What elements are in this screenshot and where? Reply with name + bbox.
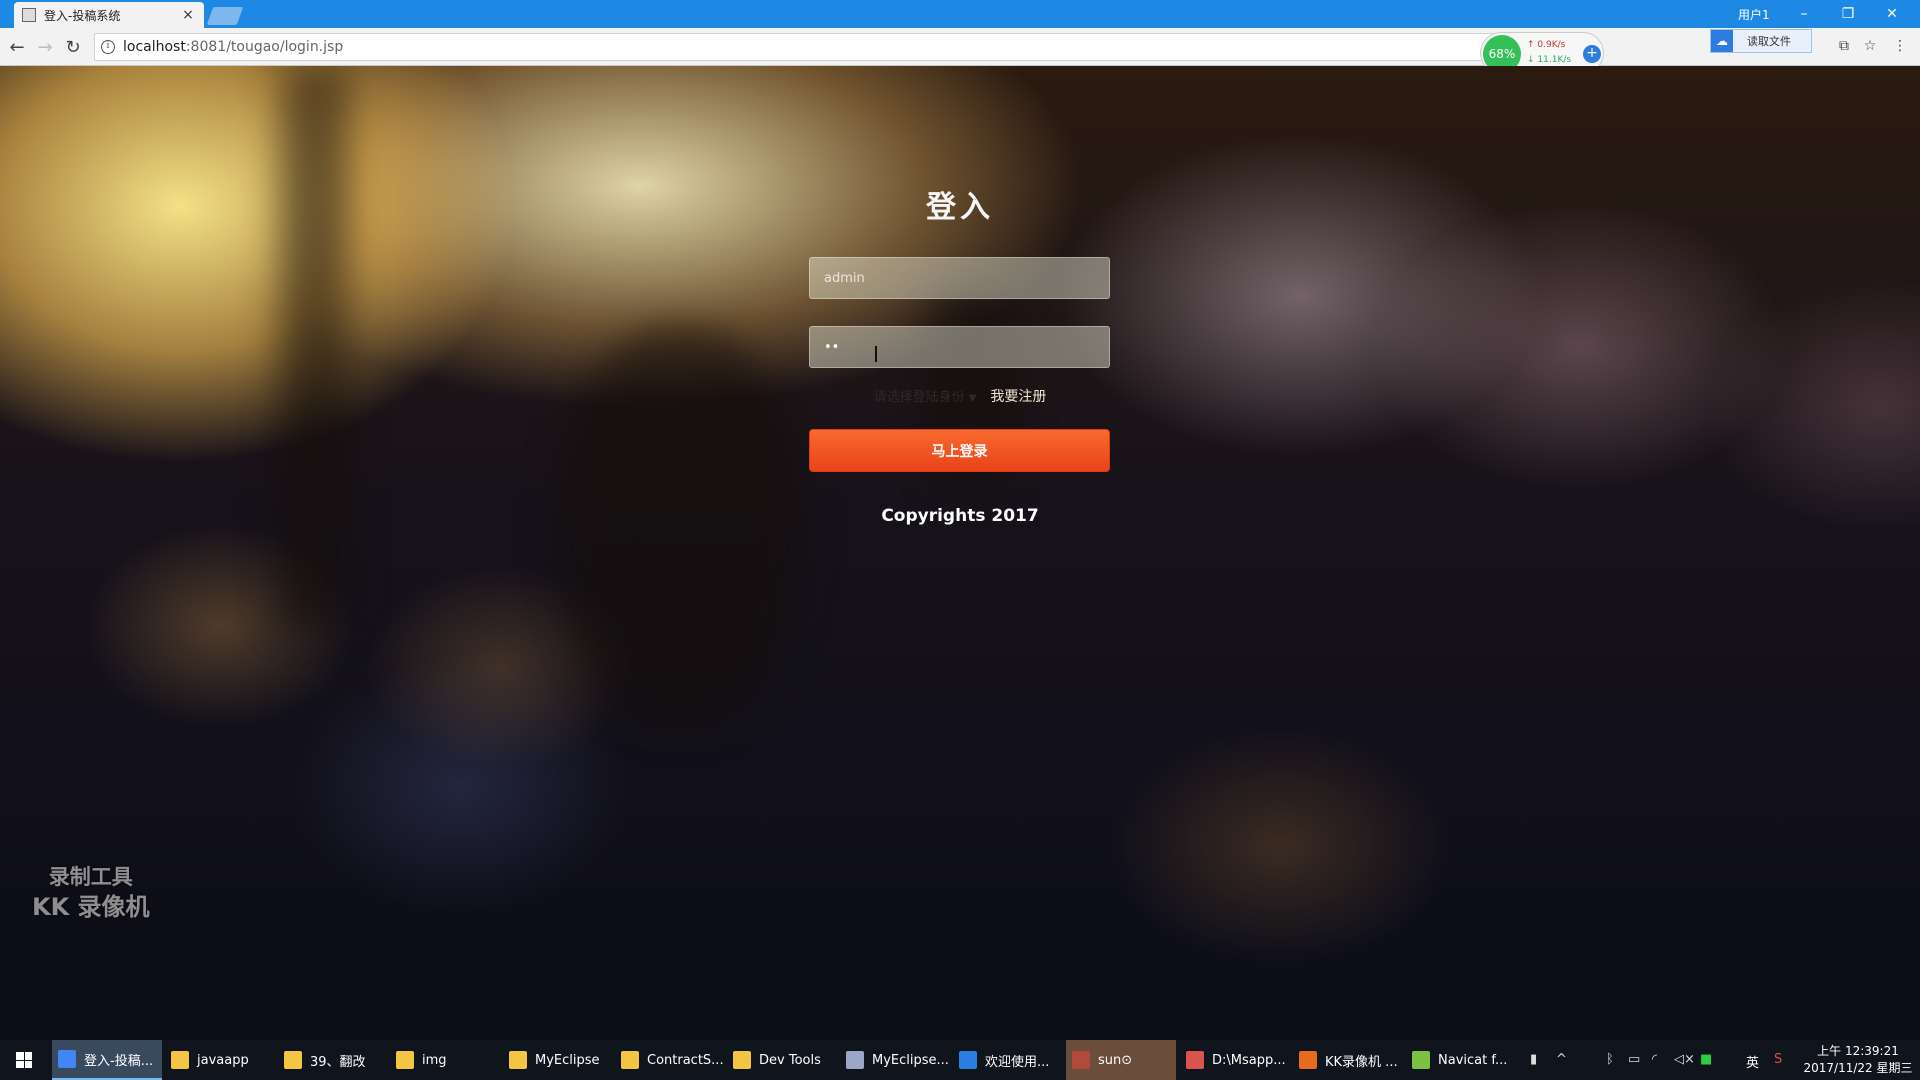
start-button[interactable] (0, 1040, 48, 1080)
taskbar-item[interactable]: D:\Msapp... (1180, 1040, 1290, 1080)
back-arrow-icon[interactable]: ← (6, 36, 28, 58)
taskbar-item[interactable]: KK录像机 ... (1293, 1040, 1403, 1080)
taskbar-item-label: sun⊙ (1098, 1052, 1133, 1068)
login-page-background: 登入 admin •• 请选择登陆身份 ▼ 我要注册 马上登录 Copyright… (0, 66, 1920, 1040)
username-placeholder: admin (824, 270, 865, 286)
login-submit-button[interactable]: 马上登录 (809, 429, 1110, 472)
windows-logo-icon (16, 1052, 32, 1068)
security-tray-icon[interactable]: ■ (1700, 1052, 1712, 1067)
tray-expand-icon[interactable]: ^ (1556, 1052, 1567, 1067)
taskbar-app-icon (621, 1051, 639, 1069)
username-input[interactable]: admin (809, 257, 1110, 299)
menu-dots-icon[interactable]: ⋮ (1890, 36, 1910, 56)
taskbar-item[interactable]: 39、翻改 (278, 1040, 388, 1080)
taskbar-item[interactable]: Dev Tools (727, 1040, 837, 1080)
system-clock[interactable]: 上午 12:39:21 2017/11/22 星期三 (1800, 1043, 1916, 1077)
taskbar-item-label: Dev Tools (759, 1052, 821, 1068)
clock-time: 上午 12:39:21 (1817, 1044, 1899, 1058)
url-path: :8081/tougao/login.jsp (185, 39, 344, 55)
site-info-icon[interactable]: i (101, 40, 115, 54)
page-favicon-icon (22, 8, 36, 22)
taskbar-item-label: javaapp (197, 1052, 249, 1068)
url-host: localhost (123, 39, 186, 55)
recorder-watermark: 录制工具 KK 录像机 (32, 862, 150, 922)
tab-title: 登入-投稿系统 (44, 8, 121, 23)
copyright-text: Copyrights 2017 (881, 506, 1039, 526)
taskbar-item[interactable]: javaapp (165, 1040, 275, 1080)
taskbar-app-icon (284, 1051, 302, 1069)
taskbar-app-icon (58, 1050, 76, 1068)
watermark-line2: KK 录像机 (32, 893, 150, 921)
taskbar-item-label: img (422, 1052, 447, 1068)
browser-tab-active[interactable]: 登入-投稿系统 × (14, 2, 204, 28)
login-title: 登入 (926, 190, 994, 225)
translate-icon[interactable]: ⧉ (1834, 36, 1854, 56)
taskbar-item[interactable]: ContractS... (615, 1040, 725, 1080)
taskbar-item[interactable]: MyEclipse (503, 1040, 613, 1080)
taskbar-item-label: 39、翻改 (310, 1054, 366, 1070)
taskbar-item[interactable]: Navicat f... (1406, 1040, 1516, 1080)
register-link[interactable]: 我要注册 (990, 386, 1046, 406)
taskbar-app-icon (396, 1051, 414, 1069)
bg-pillar-shape (280, 66, 350, 626)
dropdown-arrow-icon: ▼ (968, 393, 977, 404)
bluetooth-icon[interactable]: ᛒ (1606, 1052, 1614, 1067)
forward-arrow-icon[interactable]: → (34, 36, 56, 58)
read-file-label: 读取文件 (1747, 35, 1791, 48)
taskbar-app-icon (1412, 1051, 1430, 1069)
taskbar-item[interactable]: 登入-投稿... (52, 1040, 162, 1080)
bookmark-star-icon[interactable]: ☆ (1860, 36, 1880, 56)
cloud-icon: ☁ (1711, 30, 1733, 52)
browser-toolbar: ← → ↻ i localhost :8081/tougao/login.jsp… (0, 28, 1920, 66)
read-file-extension-button[interactable]: ☁ 读取文件 (1710, 29, 1812, 53)
taskbar-app-icon (1072, 1051, 1090, 1069)
tab-close-icon[interactable]: × (180, 7, 196, 23)
taskbar-app-icon (509, 1051, 527, 1069)
address-bar[interactable]: i localhost :8081/tougao/login.jsp (94, 33, 1494, 61)
minimize-button[interactable]: – (1782, 0, 1826, 28)
browser-titlebar: 登入-投稿系统 × 用户1 – ❐ ✕ (0, 0, 1920, 28)
taskbar-item[interactable]: MyEclipse... (840, 1040, 950, 1080)
taskbar-item-label: Navicat f... (1438, 1052, 1508, 1068)
battery-tray-icon[interactable]: ▮ (1530, 1052, 1537, 1067)
taskbar-item-label: MyEclipse... (872, 1052, 949, 1068)
identity-select[interactable]: 请选择登陆身份 ▼ (874, 386, 977, 405)
volume-muted-icon[interactable]: ◁× (1674, 1052, 1695, 1067)
taskbar-item-label: 登入-投稿... (84, 1053, 154, 1069)
download-speed: ↓ 11.1K/s (1527, 55, 1572, 65)
taskbar-app-icon (1299, 1051, 1317, 1069)
password-masked-value: •• (824, 339, 840, 355)
identity-select-value: 请选择登陆身份 (873, 390, 965, 405)
wifi-icon[interactable]: ◜ (1652, 1052, 1657, 1067)
reload-icon[interactable]: ↻ (62, 36, 84, 58)
clock-date: 2017/11/22 星期三 (1803, 1061, 1913, 1075)
identity-row: 请选择登陆身份 ▼ 我要注册 (0, 386, 1920, 406)
taskbar-app-icon (733, 1051, 751, 1069)
taskbar-app-icon (959, 1051, 977, 1069)
sogou-ime-icon[interactable]: S (1774, 1052, 1782, 1067)
new-tab-button[interactable] (206, 7, 244, 25)
taskbar-item[interactable]: sun⊙ (1066, 1040, 1176, 1080)
speedup-plus-icon[interactable]: + (1583, 45, 1601, 63)
taskbar-app-icon (846, 1051, 864, 1069)
watermark-line1: 录制工具 (48, 865, 133, 889)
taskbar-app-icon (171, 1051, 189, 1069)
power-icon[interactable]: ▭ (1628, 1052, 1640, 1067)
restore-button[interactable]: ❐ (1826, 0, 1870, 28)
taskbar-item-label: KK录像机 ... (1325, 1054, 1398, 1070)
close-window-button[interactable]: ✕ (1870, 0, 1914, 28)
taskbar-item-label: ContractS... (647, 1052, 724, 1068)
password-input[interactable]: •• (809, 326, 1110, 368)
ime-indicator[interactable]: 英 (1746, 1052, 1759, 1071)
upload-speed: ↑ 0.9K/s (1527, 40, 1566, 50)
taskbar-app-icon (1186, 1051, 1204, 1069)
taskbar-item[interactable]: img (390, 1040, 500, 1080)
taskbar-item-label: 欢迎使用... (985, 1054, 1050, 1070)
text-cursor-icon (875, 346, 877, 362)
taskbar-item-label: D:\Msapp... (1212, 1052, 1286, 1068)
taskbar-item[interactable]: 欢迎使用... (953, 1040, 1063, 1080)
windows-taskbar: 登入-投稿... javaapp 39、翻改 img MyEclipse Contract… (0, 1040, 1920, 1080)
taskbar-item-label: MyEclipse (535, 1052, 600, 1068)
browser-user-label[interactable]: 用户1 (1738, 6, 1770, 23)
